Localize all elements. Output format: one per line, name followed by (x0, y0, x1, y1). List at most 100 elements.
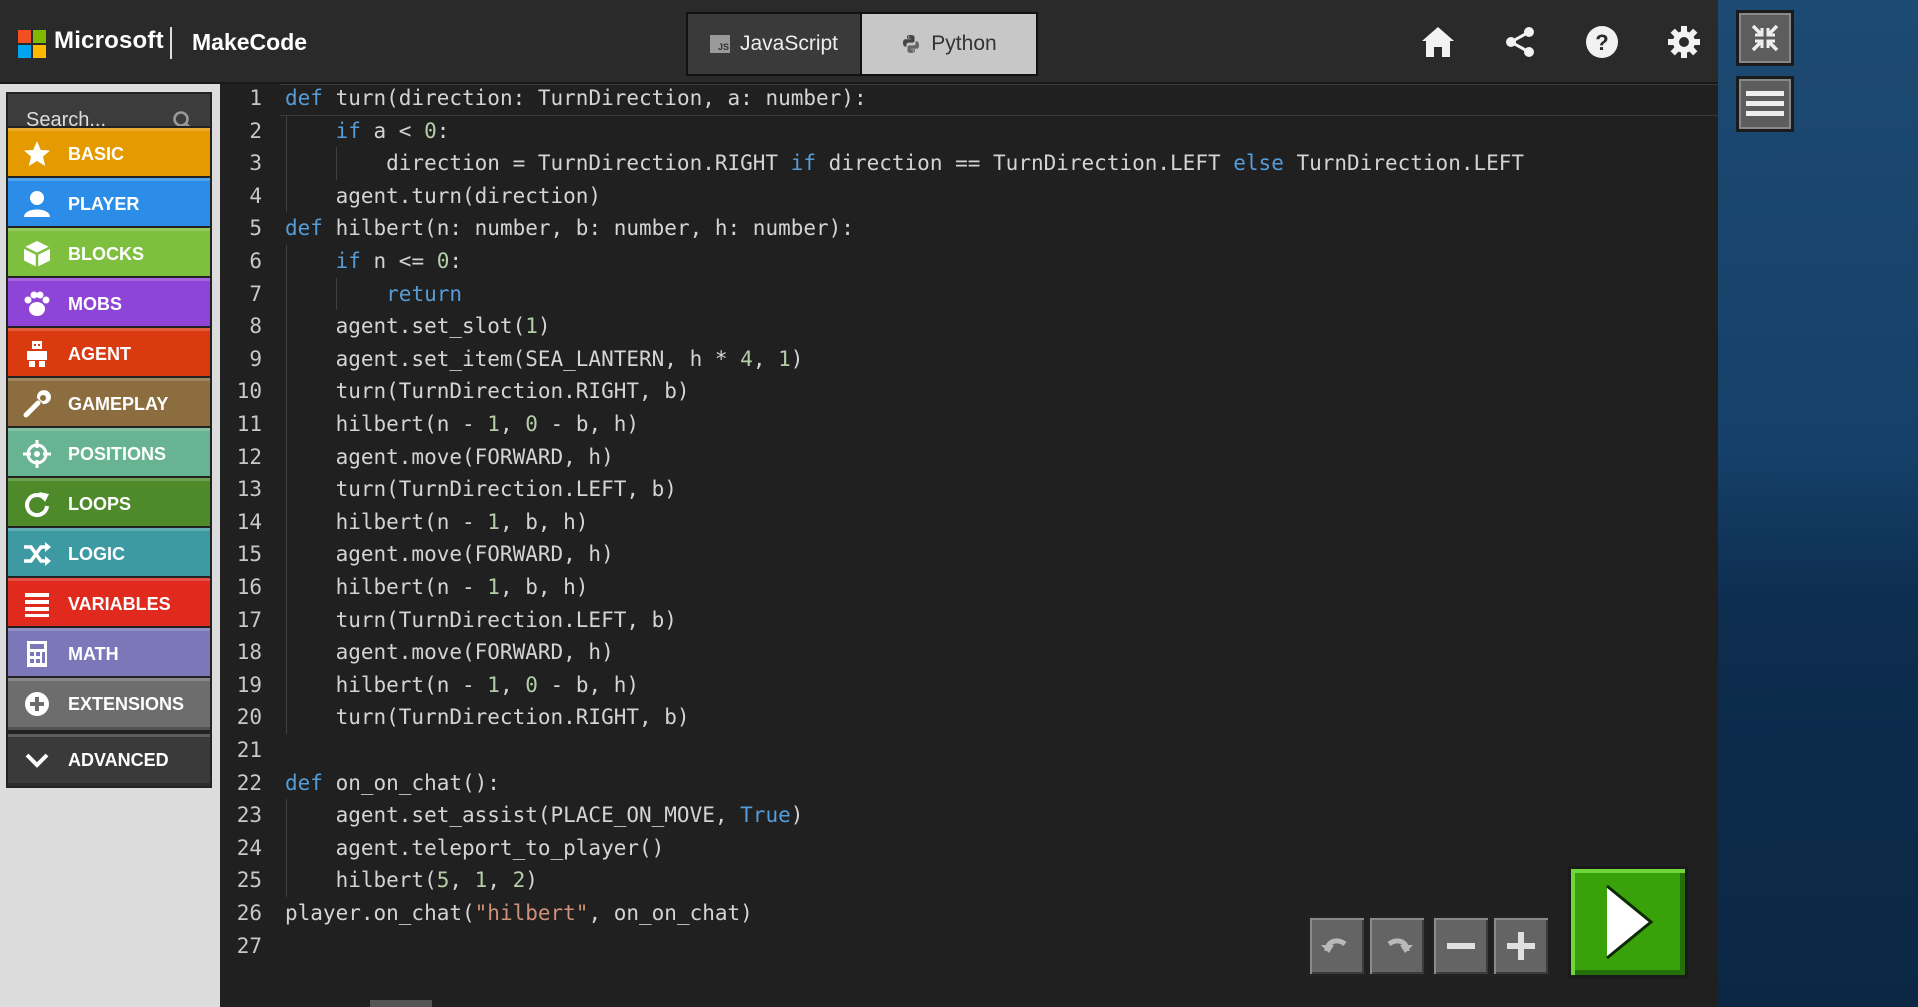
category-mobs[interactable]: MOBS (6, 276, 212, 332)
indent-guide (286, 408, 287, 441)
star-icon (22, 139, 52, 169)
line-number: 23 (236, 803, 262, 828)
indent-guide (286, 310, 287, 343)
exit-fullscreen-button[interactable] (1736, 10, 1794, 66)
code-line[interactable]: 10 turn(TurnDirection.RIGHT, b) (220, 375, 1718, 408)
code-line[interactable]: 18 agent.move(FORWARD, h) (220, 636, 1718, 669)
code-line[interactable]: 4 agent.turn(direction) (220, 180, 1718, 213)
brand-makecode[interactable]: MakeCode (192, 29, 307, 56)
code-line[interactable]: 13 turn(TurnDirection.LEFT, b) (220, 473, 1718, 506)
indent-guide (286, 245, 287, 278)
undo-button[interactable] (1308, 916, 1366, 976)
code-text: def turn(direction: TurnDirection, a: nu… (285, 86, 867, 110)
tab-javascript[interactable]: JS JavaScript (688, 14, 862, 74)
category-agent[interactable]: AGENT (6, 326, 212, 382)
code-text: agent.teleport_to_player() (285, 835, 665, 860)
indent-guide (336, 147, 338, 180)
line-number: 7 (249, 281, 262, 306)
code-line[interactable]: 6 if n <= 0: (220, 245, 1718, 278)
fullscreen-exit-icon (1751, 24, 1779, 52)
code-line[interactable]: 21 (220, 734, 1718, 767)
category-advanced[interactable]: ADVANCED (6, 732, 212, 788)
code-line[interactable]: 15 agent.move(FORWARD, h) (220, 538, 1718, 571)
code-line[interactable]: 17 turn(TurnDirection.LEFT, b) (220, 604, 1718, 637)
indent-guide (336, 277, 338, 311)
code-text: def hilbert(n: number, b: number, h: num… (285, 216, 854, 241)
code-line[interactable]: 14 hilbert(n - 1, b, h) (220, 506, 1718, 539)
tab-javascript-label: JavaScript (739, 32, 839, 55)
code-line[interactable]: 5 def hilbert(n: number, b: number, h: nu… (220, 212, 1718, 245)
code-line[interactable]: 9 agent.set_item(SEA_LANTERN, h * 4, 1) (220, 343, 1718, 376)
line-number: 8 (249, 314, 262, 339)
code-line[interactable]: 11 hilbert(n - 1, 0 - b, h) (220, 408, 1718, 441)
category-player[interactable]: PLAYER (6, 176, 212, 232)
category-variables[interactable]: VARIABLES (6, 576, 212, 632)
category-blocks[interactable]: BLOCKS (6, 226, 212, 282)
code-line[interactable]: 24 agent.teleport_to_player() (220, 832, 1718, 865)
code-line[interactable]: 8 agent.set_slot(1) (220, 310, 1718, 343)
category-logic[interactable]: LOGIC (6, 526, 212, 582)
category-math[interactable]: MATH (6, 626, 212, 682)
indent-guide (286, 505, 287, 539)
line-number: 25 (236, 868, 262, 893)
code-line[interactable]: 25 hilbert(5, 1, 2) (220, 864, 1718, 897)
indent-guide (286, 603, 287, 637)
run-button[interactable] (1568, 866, 1688, 978)
code-text: turn(TurnDirection.LEFT, b) (285, 607, 677, 632)
settings-button[interactable] (1664, 22, 1704, 62)
code-line[interactable]: 7 return (220, 278, 1718, 311)
code-text: turn(TurnDirection.RIGHT, b) (285, 379, 690, 404)
category-extensions[interactable]: EXTENSIONS (6, 676, 212, 732)
line-number: 1 (249, 86, 262, 110)
home-button[interactable] (1418, 22, 1458, 62)
microsoft-logo-icon (18, 30, 46, 58)
line-number: 21 (236, 738, 262, 762)
zoom-in-button[interactable] (1492, 916, 1550, 976)
code-line[interactable]: 12 agent.move(FORWARD, h) (220, 441, 1718, 474)
category-gameplay[interactable]: GAMEPLAY (6, 376, 212, 432)
indent-guide (286, 864, 287, 897)
redo-icon (1387, 938, 1413, 953)
person-icon (22, 189, 52, 219)
share-button[interactable] (1500, 22, 1540, 62)
robot-icon (22, 339, 52, 369)
line-number: 5 (249, 216, 262, 241)
line-number: 19 (236, 672, 262, 697)
zoom-out-icon (1447, 943, 1475, 949)
horizontal-scrollbar[interactable] (370, 1000, 432, 1007)
line-number: 16 (236, 575, 262, 599)
code-editor[interactable]: 1 def turn(direction: TurnDirection, a: n… (220, 84, 1718, 1007)
zoom-out-button[interactable] (1432, 916, 1490, 976)
line-number: 15 (236, 542, 262, 567)
brand-divider (170, 27, 172, 59)
category-label: MATH (68, 643, 119, 664)
code-text: turn(TurnDirection.LEFT, b) (285, 477, 677, 502)
code-text: agent.move(FORWARD, h) (285, 444, 614, 469)
code-line[interactable]: 16 hilbert(n - 1, b, h) (220, 571, 1718, 604)
category-loops[interactable]: LOOPS (6, 476, 212, 532)
line-number: 18 (236, 640, 262, 665)
line-number: 22 (236, 770, 262, 795)
redo-button[interactable] (1368, 916, 1426, 976)
line-number: 26 (236, 901, 262, 925)
category-label: PLAYER (68, 193, 140, 214)
category-basic[interactable]: BASIC (6, 126, 212, 182)
code-line[interactable]: 19 hilbert(n - 1, 0 - b, h) (220, 669, 1718, 702)
list-icon (22, 589, 52, 619)
code-text: return (386, 281, 463, 306)
line-number: 4 (249, 183, 262, 208)
menu-button[interactable] (1736, 76, 1794, 132)
tab-python[interactable]: Python (862, 14, 1036, 74)
code-line[interactable]: 3 direction = TurnDirection.RIGHT if dir… (220, 147, 1718, 180)
share-icon (1506, 27, 1534, 57)
code-text: direction = TurnDirection.RIGHT if direc… (285, 151, 1525, 176)
code-line[interactable]: 20 turn(TurnDirection.RIGHT, b) (220, 701, 1718, 734)
code-line[interactable]: 23 agent.set_assist(PLACE_ON_MOVE, True) (220, 799, 1718, 832)
category-positions[interactable]: POSITIONS (6, 426, 212, 482)
indent-guide (286, 114, 287, 148)
code-text: turn(TurnDirection.RIGHT, b) (285, 705, 690, 730)
help-button[interactable]: ? (1582, 22, 1622, 62)
code-line[interactable]: 2 if a < 0: (220, 115, 1718, 148)
code-line[interactable]: 22 def on_on_chat(): (220, 767, 1718, 800)
code-line[interactable]: 1 def turn(direction: TurnDirection, a: n… (220, 84, 1718, 115)
